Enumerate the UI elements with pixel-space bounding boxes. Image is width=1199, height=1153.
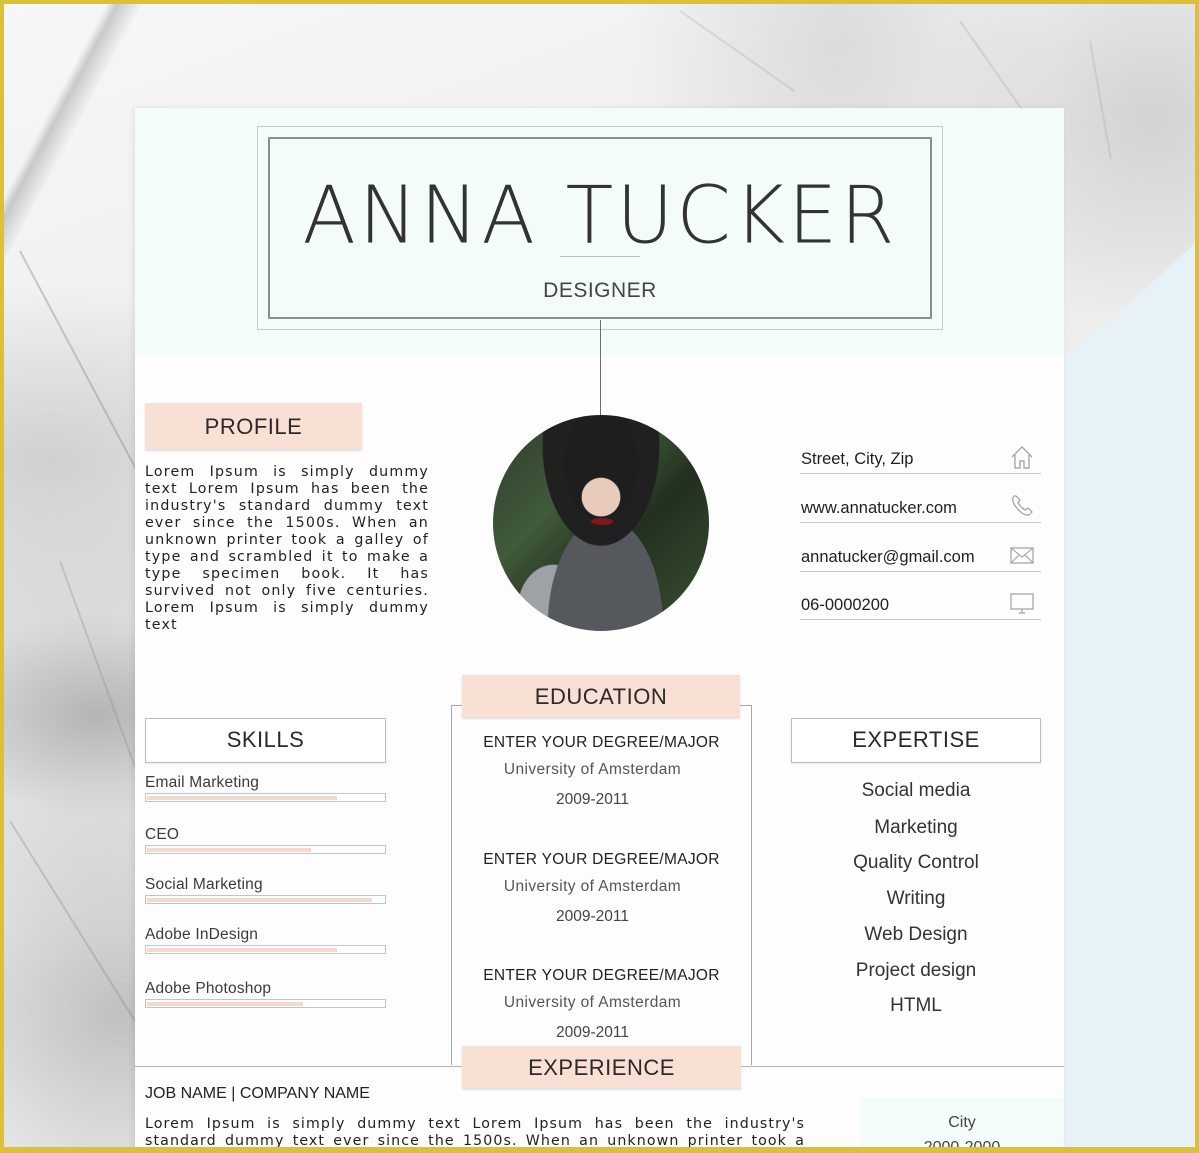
home-icon bbox=[1011, 446, 1033, 469]
profile-text: Lorem Ipsum is simply dummy text Lorem I… bbox=[145, 464, 429, 633]
profile-photo bbox=[493, 415, 709, 631]
education-heading: EDUCATION bbox=[462, 675, 740, 717]
job-title: JOB NAME | COMPANY NAME bbox=[145, 1085, 370, 1102]
skill-bar-fill bbox=[147, 1002, 304, 1006]
education-school: University of Amsterdam bbox=[503, 994, 682, 1011]
skill-bar-fill bbox=[147, 948, 337, 952]
contact-address: Street, City, Zip bbox=[800, 446, 1041, 474]
contact-phone-text: 06-0000200 bbox=[801, 596, 890, 614]
skill-bar-fill bbox=[147, 848, 311, 852]
education-years: 2009-2011 bbox=[556, 791, 629, 808]
skill-item: Adobe Photoshop bbox=[145, 980, 386, 1008]
contact-email-text: annatucker@gmail.com bbox=[801, 548, 975, 566]
education-entry: ENTER YOUR DEGREE/MAJOR University of Am… bbox=[451, 851, 752, 926]
skill-bar-fill bbox=[147, 796, 337, 800]
expertise-item: Web Design bbox=[864, 924, 968, 945]
skill-item: Email Marketing bbox=[145, 774, 386, 802]
contact-website-text: www.annatucker.com bbox=[801, 499, 957, 517]
name-frame-inner: ANNA TUCKER DESIGNER bbox=[268, 137, 932, 319]
skill-name: Adobe InDesign bbox=[145, 926, 259, 943]
skill-name: CEO bbox=[145, 826, 180, 843]
contact-email: annatucker@gmail.com bbox=[800, 544, 1041, 572]
profile-heading: PROFILE bbox=[145, 403, 362, 449]
education-school: University of Amsterdam bbox=[503, 761, 682, 778]
education-degree: ENTER YOUR DEGREE/MAJOR bbox=[483, 967, 720, 984]
job-city: City bbox=[948, 1114, 976, 1131]
phone-icon bbox=[1012, 495, 1033, 516]
expertise-item: Marketing bbox=[874, 817, 958, 838]
expertise-item: Quality Control bbox=[853, 852, 979, 873]
education-school: University of Amsterdam bbox=[503, 878, 682, 895]
mail-icon bbox=[1010, 547, 1034, 564]
skill-bar bbox=[145, 793, 386, 802]
resume-page: ANNA TUCKER DESIGNER PROFILE Lorem Ipsum… bbox=[135, 108, 1064, 1153]
skill-item: Adobe InDesign bbox=[145, 926, 386, 954]
skill-name: Social Marketing bbox=[145, 876, 263, 893]
name-underline bbox=[560, 256, 640, 257]
education-entry: ENTER YOUR DEGREE/MAJOR University of Am… bbox=[451, 734, 752, 809]
skill-bar bbox=[145, 845, 386, 854]
monitor-icon bbox=[1010, 593, 1034, 614]
expertise-heading: EXPERTISE bbox=[791, 718, 1041, 763]
education-years: 2009-2011 bbox=[556, 908, 629, 925]
expertise-item: HTML bbox=[890, 995, 942, 1016]
skill-bar bbox=[145, 945, 386, 954]
connector-line bbox=[600, 320, 601, 415]
skill-name: Email Marketing bbox=[145, 774, 260, 791]
skill-name: Adobe Photoshop bbox=[145, 980, 272, 997]
education-degree: ENTER YOUR DEGREE/MAJOR bbox=[483, 734, 720, 751]
contact-website: www.annatucker.com bbox=[800, 495, 1041, 523]
skill-bar-fill bbox=[147, 898, 373, 902]
skill-bar bbox=[145, 999, 386, 1008]
education-degree: ENTER YOUR DEGREE/MAJOR bbox=[483, 851, 720, 868]
job-years: 2000-2000 bbox=[923, 1139, 1001, 1153]
experience-heading: EXPERIENCE bbox=[462, 1046, 741, 1088]
skill-bar bbox=[145, 895, 386, 904]
contact-phone: 06-0000200 bbox=[800, 592, 1041, 620]
expertise-item: Social media bbox=[861, 780, 971, 801]
name-frame: ANNA TUCKER DESIGNER bbox=[257, 126, 943, 330]
resume-role: DESIGNER bbox=[543, 279, 657, 302]
job-description: Lorem Ipsum is simply dummy text Lorem I… bbox=[145, 1116, 805, 1153]
skill-item: CEO bbox=[145, 826, 386, 854]
expertise-item: Project design bbox=[855, 960, 977, 981]
education-entry: ENTER YOUR DEGREE/MAJOR University of Am… bbox=[451, 967, 752, 1042]
education-years: 2009-2011 bbox=[556, 1024, 629, 1041]
contact-address-text: Street, City, Zip bbox=[801, 450, 914, 468]
resume-name: ANNA TUCKER bbox=[302, 170, 898, 262]
skills-heading: SKILLS bbox=[145, 718, 386, 763]
skill-item: Social Marketing bbox=[145, 876, 386, 904]
expertise-item: Writing bbox=[886, 888, 946, 909]
